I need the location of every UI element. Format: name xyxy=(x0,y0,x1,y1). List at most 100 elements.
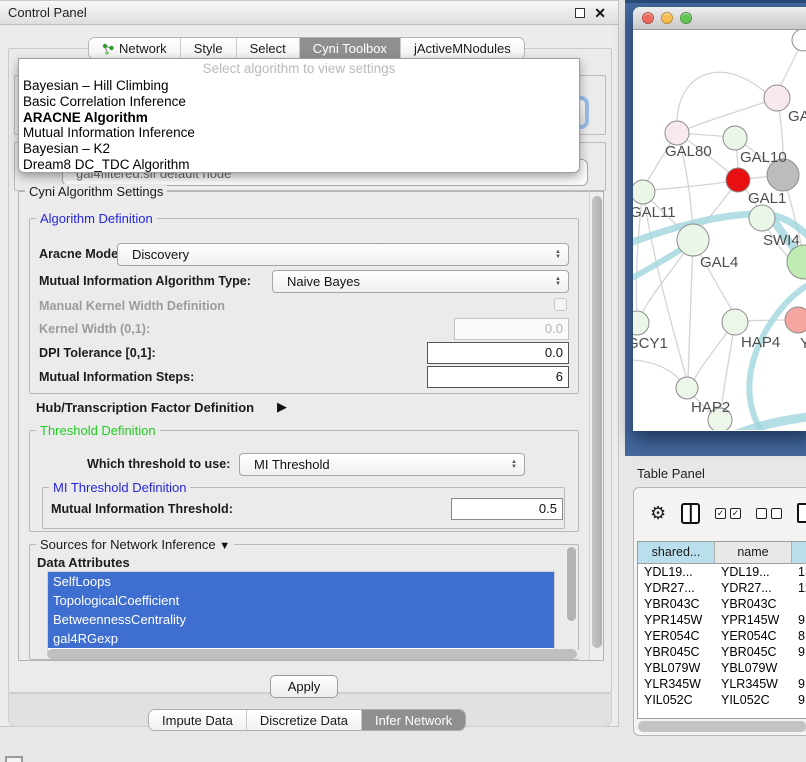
table-row[interactable]: YLR345WYLR345W9. xyxy=(638,676,806,692)
column-header[interactable]: name xyxy=(715,542,792,563)
network-node[interactable] xyxy=(749,205,775,231)
node-label: SWI4 xyxy=(763,232,800,249)
attribute-item[interactable]: BetweennessCentrality xyxy=(48,610,554,629)
zoom-button[interactable] xyxy=(680,12,692,24)
mi-threshold-field[interactable]: 0.5 xyxy=(451,498,563,520)
table-row[interactable]: YBL079WYBL079W xyxy=(638,660,806,676)
dropdown-items: Bayesian – Hill ClimbingBasic Correlatio… xyxy=(19,78,579,173)
table-row[interactable]: YPR145WYPR145W9. xyxy=(638,612,806,628)
network-edge[interactable] xyxy=(653,180,738,190)
minimized-panel-chip[interactable] xyxy=(5,756,23,762)
attribute-item[interactable]: SelfLoops xyxy=(48,572,554,591)
dropdown-item[interactable]: ARACNE Algorithm xyxy=(19,110,579,126)
table-row[interactable]: YBR043CYBR043C xyxy=(638,596,806,612)
network-node[interactable] xyxy=(764,85,790,111)
attributes-scrollbar[interactable] xyxy=(567,547,576,625)
tab-network[interactable]: Network xyxy=(89,38,181,59)
dropdown-item[interactable]: Dream8 DC_TDC Algorithm xyxy=(19,157,579,173)
tab-style[interactable]: Style xyxy=(181,38,237,59)
table-row[interactable]: YDR27...YDR27...12 xyxy=(638,580,806,596)
network-icon xyxy=(102,43,114,55)
network-canvas[interactable]: GALGAL80GAL10GAL1GAL11SWI4GAL4GCY1HAP4YH… xyxy=(633,30,806,430)
deselect-all-columns-icon[interactable] xyxy=(756,508,782,519)
dropdown-item[interactable]: Basic Correlation Inference xyxy=(19,94,579,110)
network-node[interactable] xyxy=(633,311,649,335)
node-label: GAL1 xyxy=(748,190,786,207)
network-node[interactable] xyxy=(676,377,698,399)
table-cell: YBR043C xyxy=(638,596,715,612)
tab-select[interactable]: Select xyxy=(237,38,300,59)
network-node[interactable] xyxy=(787,245,806,279)
node-label: GAL11 xyxy=(633,204,676,221)
network-node[interactable] xyxy=(792,30,806,51)
gear-icon[interactable]: ⚙ xyxy=(650,503,666,524)
column-header[interactable] xyxy=(792,542,806,563)
tab-jactivemnodules[interactable]: jActiveMNodules xyxy=(401,38,524,59)
kernel-width-field[interactable]: 0.0 xyxy=(454,318,569,340)
network-edge-highlighted[interactable] xyxy=(749,282,806,430)
control-panel-titlebar: Control Panel ✕ xyxy=(0,1,618,25)
which-threshold-combobox[interactable]: MI Threshold ▲▼ xyxy=(239,453,525,476)
network-node[interactable] xyxy=(633,180,655,204)
node-label: GAL80 xyxy=(665,143,712,160)
collapse-arrow-icon[interactable]: ▼ xyxy=(219,540,230,552)
network-window: GALGAL80GAL10GAL1GAL11SWI4GAL4GCY1HAP4YH… xyxy=(633,7,806,431)
select-all-columns-icon[interactable]: ✓✓ xyxy=(715,508,741,519)
manual-kernel-checkbox[interactable] xyxy=(554,298,567,311)
network-edge[interactable] xyxy=(687,98,777,129)
desktop: Control Panel ✕ NetworkStyleSelectCyni T… xyxy=(0,0,806,762)
network-edge[interactable] xyxy=(633,360,681,382)
table-row[interactable]: YDL19...YDL19...13 xyxy=(638,564,806,580)
settings-horizontal-scrollbar[interactable] xyxy=(46,649,581,659)
dpi-tolerance-field[interactable]: 0.0 xyxy=(427,342,569,364)
node-label: Y xyxy=(800,335,806,352)
table-rows: YDL19...YDL19...13YDR27...YDR27...12YBR0… xyxy=(638,564,806,708)
combo-stepper-icon: ▲▼ xyxy=(552,271,564,292)
close-button[interactable] xyxy=(642,12,654,24)
expand-arrow-icon[interactable]: ▶ xyxy=(277,399,287,415)
aracne-mode-combobox[interactable]: Discovery ▲▼ xyxy=(117,243,569,266)
network-node[interactable] xyxy=(677,224,709,256)
network-edge-highlighted[interactable] xyxy=(728,416,806,430)
mi-threshold-groupbox: MI Threshold Definition Mutual Informati… xyxy=(42,487,565,529)
dropdown-item[interactable]: Mutual Information Inference xyxy=(19,125,579,141)
tab-cyni-toolbox[interactable]: Cyni Toolbox xyxy=(300,38,401,59)
float-icon[interactable] xyxy=(575,8,585,18)
column-header[interactable]: shared... xyxy=(638,542,715,563)
mi-algorithm-type-combobox[interactable]: Naive Bayes ▲▼ xyxy=(272,270,569,293)
data-attributes-list[interactable]: SelfLoopsTopologicalCoefficientBetweenne… xyxy=(47,571,555,655)
network-node[interactable] xyxy=(785,307,806,333)
node-label: GAL4 xyxy=(700,254,738,271)
tab-impute-data[interactable]: Impute Data xyxy=(149,710,247,730)
network-node[interactable] xyxy=(665,121,689,145)
network-edge[interactable] xyxy=(677,72,766,122)
control-panel-tabbar: NetworkStyleSelectCyni ToolboxjActiveMNo… xyxy=(88,37,525,60)
table-horizontal-scrollbar[interactable] xyxy=(638,721,806,732)
minimize-button[interactable] xyxy=(661,12,673,24)
network-node[interactable] xyxy=(726,168,750,192)
table-row[interactable]: YBR045CYBR045C9. xyxy=(638,644,806,660)
attribute-item[interactable]: gal4RGexp xyxy=(48,629,554,648)
settings-vertical-scrollbar[interactable] xyxy=(589,192,603,660)
dropdown-item[interactable]: Bayesian – K2 xyxy=(19,141,579,157)
threshold-definition-title: Threshold Definition xyxy=(36,423,160,438)
attribute-item[interactable]: TopologicalCoefficient xyxy=(48,591,554,610)
table-row[interactable]: YER054CYER054C8. xyxy=(638,628,806,644)
table-cell: YDL19... xyxy=(715,564,792,580)
export-table-icon[interactable] xyxy=(797,503,806,523)
network-edge[interactable] xyxy=(688,240,693,380)
network-view-frame: GALGAL80GAL10GAL1GAL11SWI4GAL4GCY1HAP4YH… xyxy=(625,0,806,456)
dropdown-item[interactable]: Bayesian – Hill Climbing xyxy=(19,78,579,94)
tab-infer-network[interactable]: Infer Network xyxy=(362,710,465,730)
network-node[interactable] xyxy=(722,309,748,335)
network-node[interactable] xyxy=(723,126,747,150)
columns-icon[interactable] xyxy=(681,503,700,524)
table-row[interactable]: YIL052CYIL052C9 xyxy=(638,692,806,708)
close-icon[interactable]: ✕ xyxy=(594,1,606,25)
table-cell: YBR043C xyxy=(715,596,792,612)
apply-button[interactable]: Apply xyxy=(270,675,338,698)
mi-steps-field[interactable]: 6 xyxy=(427,366,569,388)
table-cell: YER054C xyxy=(715,628,792,644)
tab-discretize-data[interactable]: Discretize Data xyxy=(247,710,362,730)
hub-definition-label: Hub/Transcription Factor Definition xyxy=(36,400,254,415)
